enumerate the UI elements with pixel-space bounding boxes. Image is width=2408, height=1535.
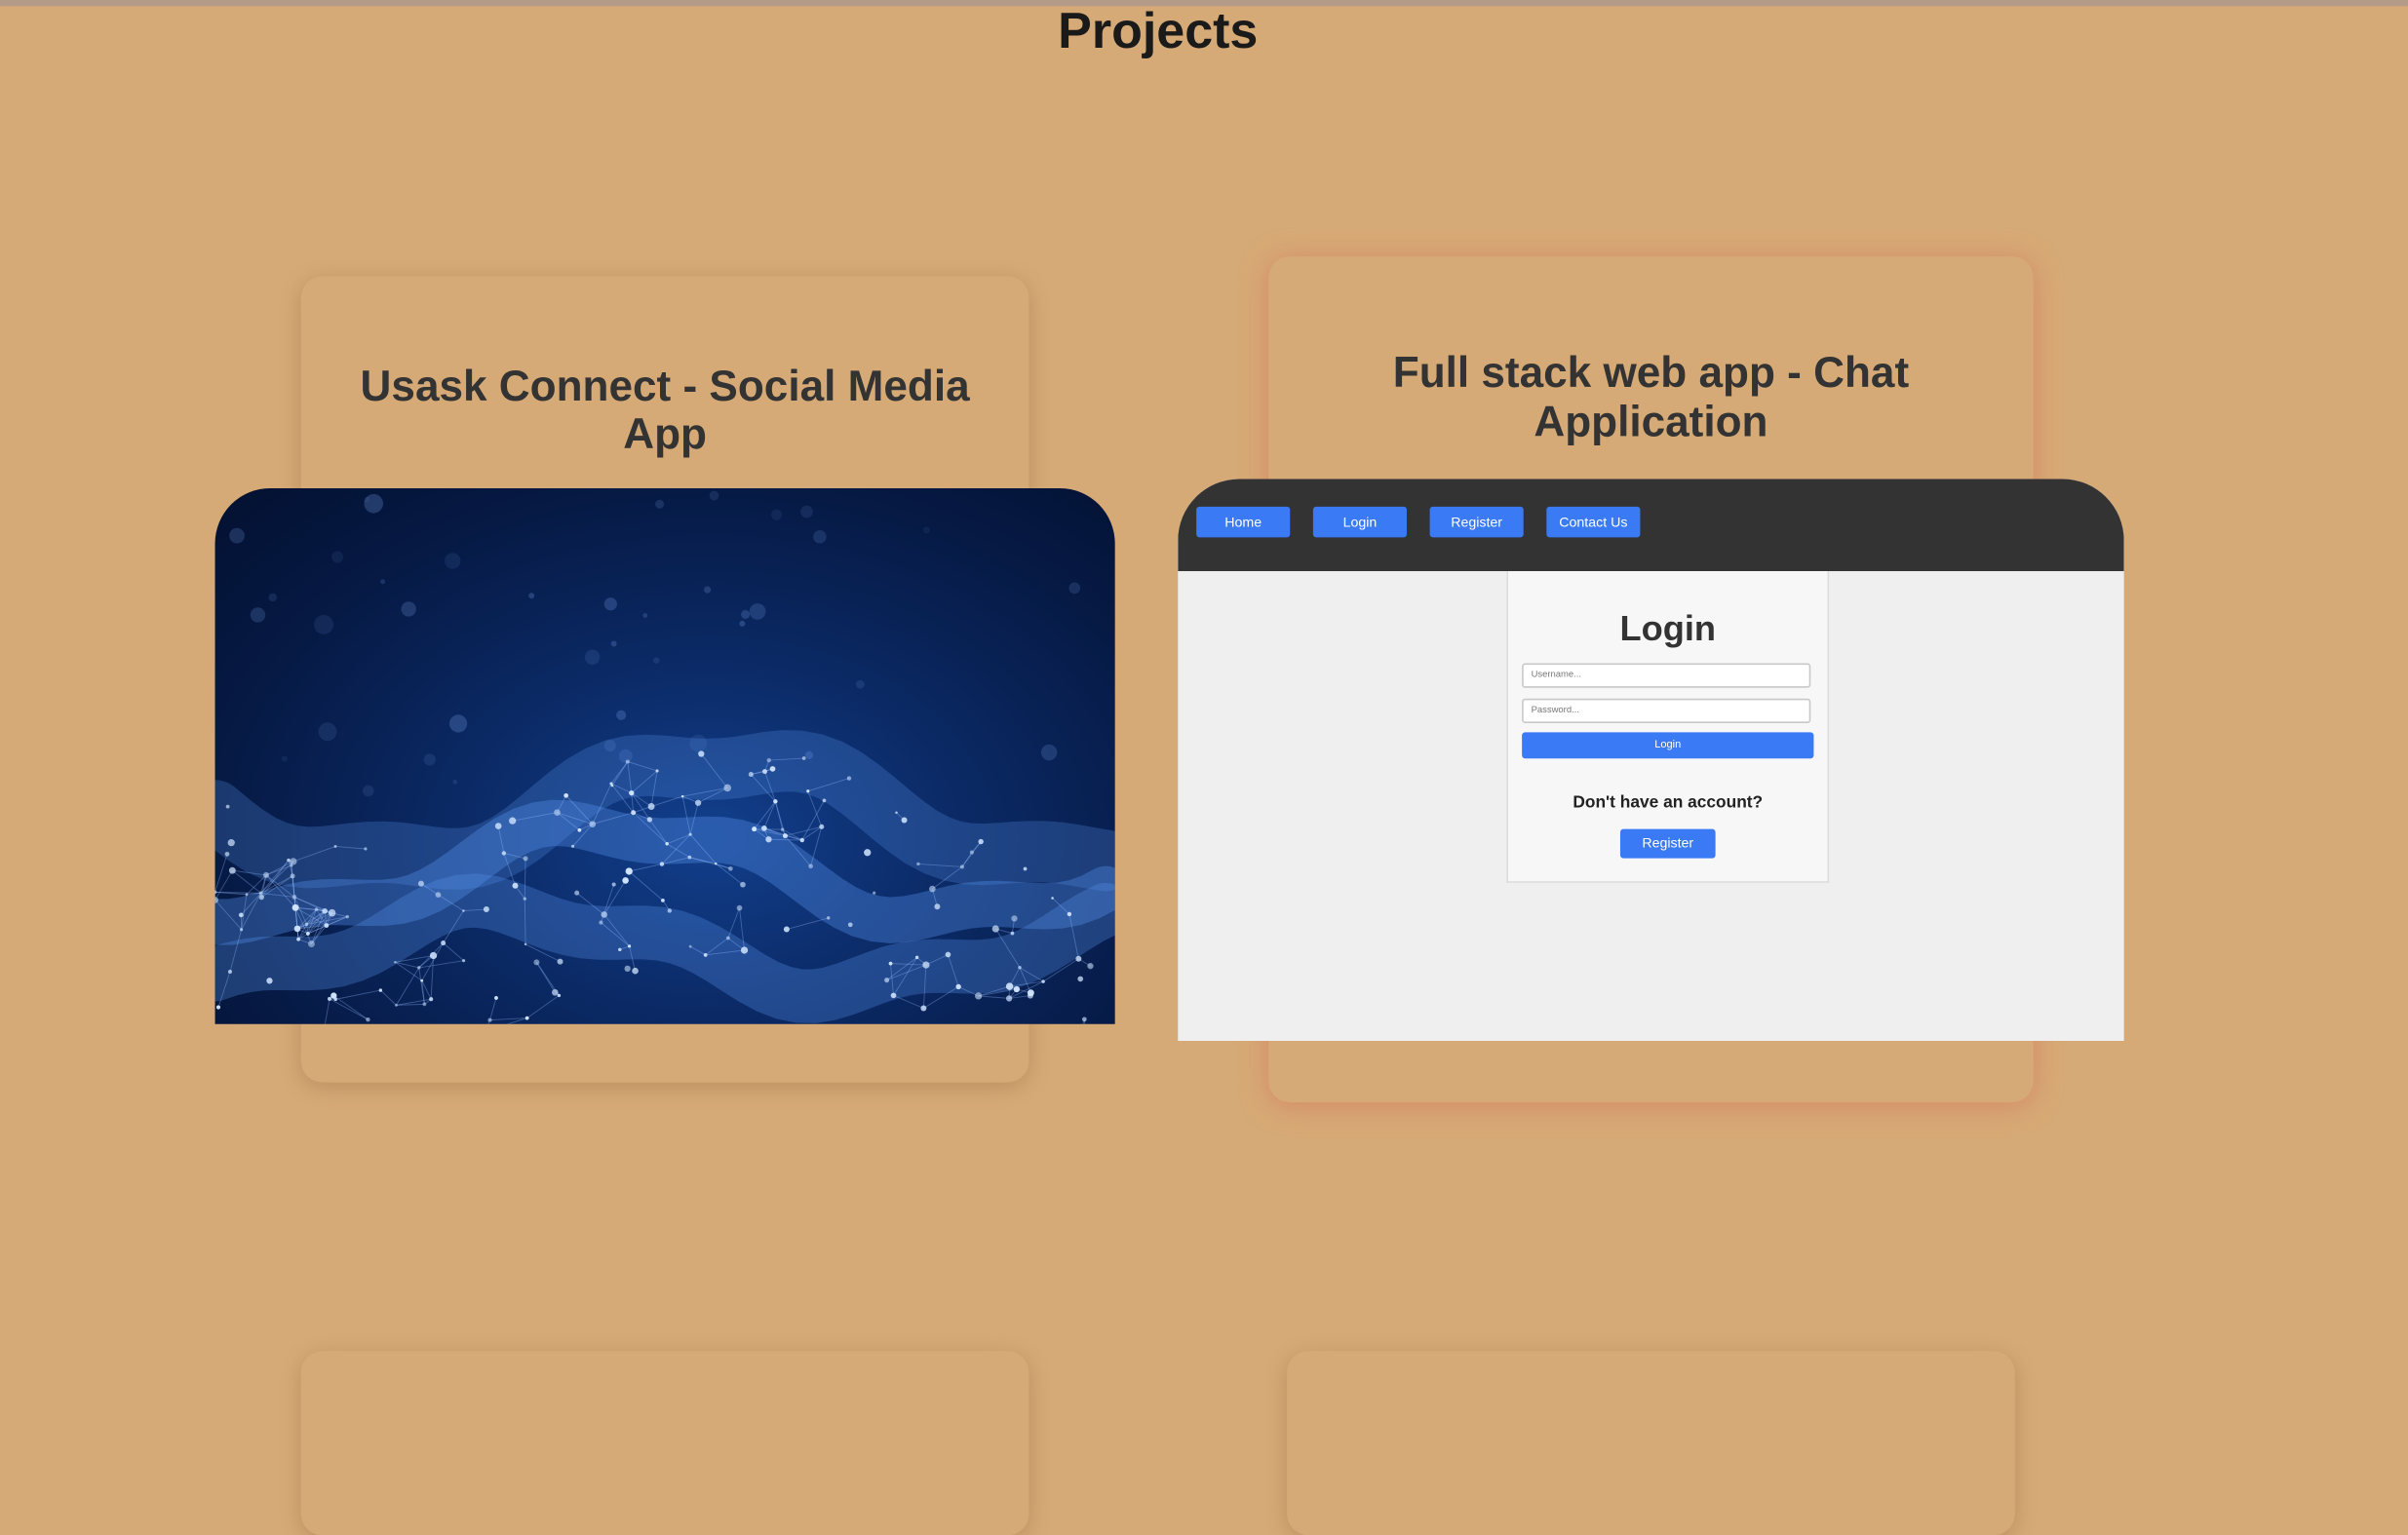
register-button[interactable]: Register	[1620, 829, 1716, 859]
no-account-text: Don't have an account?	[1508, 793, 1828, 812]
chat-navbar: Home Login Register Contact Us	[1178, 479, 2123, 571]
nav-login-button[interactable]: Login	[1313, 507, 1407, 538]
nav-contact-button[interactable]: Contact Us	[1546, 507, 1640, 538]
nav-home-button[interactable]: Home	[1196, 507, 1290, 538]
login-heading: Login	[1508, 608, 1828, 650]
nav-register-button[interactable]: Register	[1430, 507, 1524, 538]
project-title-line-2: Application	[1534, 398, 1767, 445]
network-graphic	[215, 488, 1115, 1024]
project-title: Full stack web app - Chat Application	[1268, 349, 2033, 447]
project-title-line-2: App	[623, 410, 707, 458]
project-card-4[interactable]	[1287, 1351, 2015, 1535]
page-title: Projects	[0, 0, 2316, 61]
login-button[interactable]: Login	[1522, 732, 1813, 758]
password-input[interactable]	[1522, 699, 1810, 723]
project-title: Usask Connect - Social Media App	[301, 363, 1029, 458]
login-form: Login Login Don't have an account? Regis…	[1506, 571, 1829, 883]
page: Projects Usask Connect - Social Media Ap…	[0, 0, 2408, 1431]
project-title-line-1: Full stack web app - Chat	[1393, 349, 1909, 397]
username-input[interactable]	[1522, 664, 1810, 688]
project-card-3[interactable]	[301, 1351, 1029, 1535]
chat-app-screenshot[interactable]: Home Login Register Contact Us Login Log…	[1178, 479, 2123, 1041]
project-title-line-1: Usask Connect - Social Media	[361, 363, 970, 410]
network-wave-image[interactable]	[215, 488, 1115, 1024]
